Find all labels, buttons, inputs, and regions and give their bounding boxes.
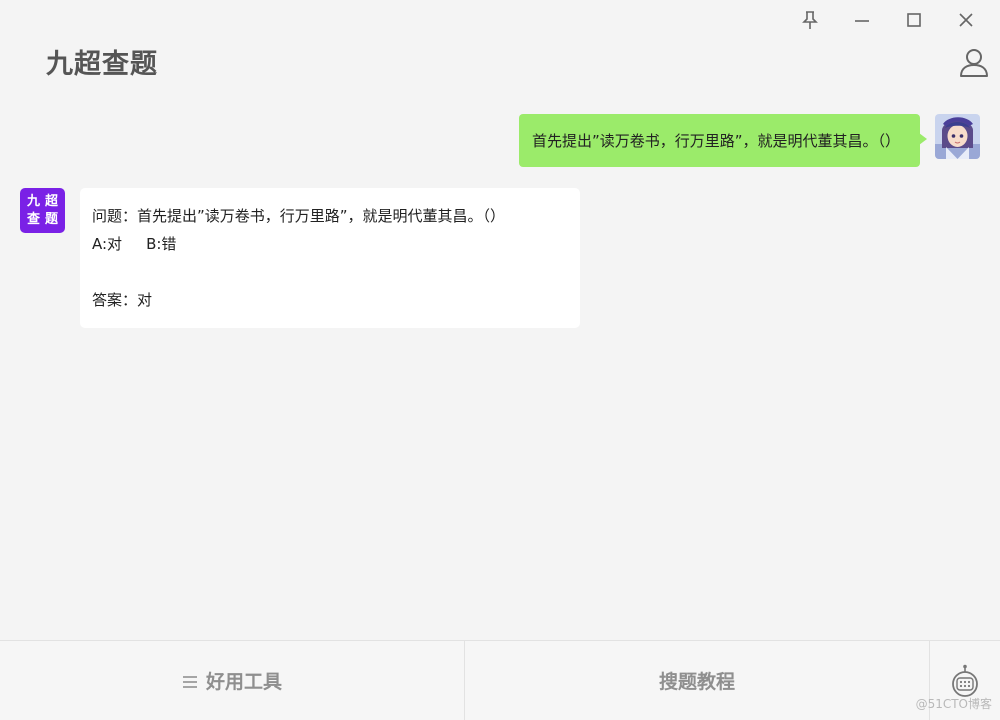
user-icon <box>960 49 988 77</box>
maximize-icon <box>907 13 921 27</box>
bot-avatar-line2: 查题 <box>26 211 63 227</box>
close-icon <box>959 13 973 27</box>
minimize-icon <box>855 20 869 22</box>
minimize-button[interactable] <box>836 6 888 34</box>
user-avatar <box>935 114 980 159</box>
chat-area[interactable]: 首先提出”读万卷书，行万里路”，就是明代董其昌。（） 九超 查题 问题：首先提出… <box>0 100 1000 640</box>
bot-avatar: 九超 查题 <box>20 188 65 233</box>
user-message: 首先提出”读万卷书，行万里路”，就是明代董其昌。（） <box>518 114 980 167</box>
maximize-button[interactable] <box>888 6 940 34</box>
app-window: 九超查题 首先提出”读万卷书，行万里路”，就是明代董其昌。（） 九超 查题 问题… <box>0 0 1000 720</box>
options-line: A:对 B:错 <box>92 230 568 258</box>
question-text: 首先提出”读万卷书，行万里路”，就是明代董其昌。（） <box>137 207 506 225</box>
answer-line: 答案：对 <box>92 286 568 314</box>
option-b: B:错 <box>146 235 177 253</box>
tutorial-button[interactable]: 搜题教程 <box>465 641 930 720</box>
close-button[interactable] <box>940 6 992 34</box>
robot-icon <box>952 664 978 697</box>
answer-value: 对 <box>137 291 153 309</box>
bottom-bar: 好用工具 搜题教程 <box>0 640 1000 720</box>
bot-message: 九超 查题 问题：首先提出”读万卷书，行万里路”，就是明代董其昌。（） A:对 B… <box>20 188 580 328</box>
bot-message-bubble[interactable]: 问题：首先提出”读万卷书，行万里路”，就是明代董其昌。（） A:对 B:错 答案：… <box>80 188 580 328</box>
app-title: 九超查题 <box>46 49 158 80</box>
question-label: 问题： <box>92 207 138 225</box>
tools-button[interactable]: 好用工具 <box>0 641 465 720</box>
watermark: @51CTO博客 <box>915 697 992 711</box>
bot-avatar-line1: 九超 <box>26 193 63 209</box>
answer-label: 答案： <box>92 291 138 309</box>
tools-label: 好用工具 <box>205 671 282 693</box>
window-controls <box>784 6 992 34</box>
pin-icon <box>802 11 818 29</box>
question-line: 问题：首先提出”读万卷书，行万里路”，就是明代董其昌。（） <box>92 202 568 230</box>
user-account-button[interactable] <box>958 46 990 78</box>
tutorial-label: 搜题教程 <box>658 671 735 693</box>
menu-icon <box>182 675 197 688</box>
user-message-bubble[interactable]: 首先提出”读万卷书，行万里路”，就是明代董其昌。（） <box>518 114 928 167</box>
option-a: A:对 <box>92 235 123 253</box>
pin-button[interactable] <box>784 6 836 34</box>
